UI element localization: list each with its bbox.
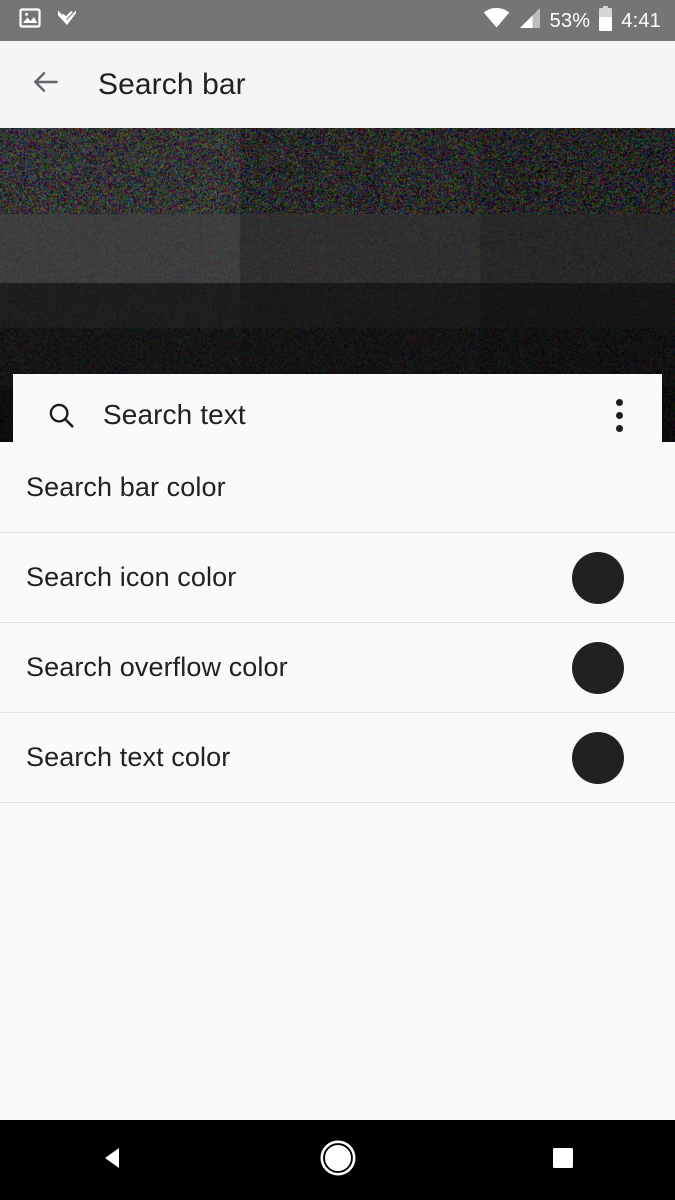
status-bar-notification-icons bbox=[18, 6, 79, 35]
image-icon bbox=[18, 6, 42, 35]
setting-label: Search bar color bbox=[26, 472, 226, 503]
setting-row-search-bar-color[interactable]: Search bar color bbox=[0, 442, 675, 532]
wifi-icon bbox=[483, 7, 510, 34]
search-placeholder-text: Search text bbox=[103, 399, 610, 431]
page-title: Search bar bbox=[98, 68, 246, 102]
color-swatch[interactable] bbox=[572, 642, 624, 694]
search-bar-widget-preview[interactable]: Search text bbox=[13, 374, 662, 442]
status-bar-clock: 4:41 bbox=[621, 11, 661, 31]
setting-label: Search icon color bbox=[26, 562, 236, 593]
status-bar-system-icons: 53% 4:41 bbox=[483, 6, 661, 36]
overflow-menu-icon[interactable] bbox=[610, 399, 628, 432]
color-swatch[interactable] bbox=[572, 552, 624, 604]
search-bar-preview: Search text bbox=[0, 128, 675, 442]
search-icon bbox=[46, 400, 76, 430]
nav-home-button[interactable] bbox=[293, 1120, 383, 1200]
setting-row-search-overflow-color[interactable]: Search overflow color bbox=[0, 622, 675, 712]
app-bar: Search bar bbox=[0, 41, 675, 128]
setting-label: Search text color bbox=[26, 742, 230, 773]
navigation-bar bbox=[0, 1120, 675, 1200]
tasks-check-icon bbox=[55, 6, 79, 35]
nav-recents-icon bbox=[548, 1143, 578, 1178]
settings-list: Search bar color Search icon color Searc… bbox=[0, 442, 675, 803]
nav-back-button[interactable] bbox=[68, 1120, 158, 1200]
status-bar: 53% 4:41 bbox=[0, 0, 675, 41]
nav-home-icon bbox=[319, 1139, 357, 1182]
arrow-back-icon bbox=[30, 66, 62, 103]
battery-icon bbox=[598, 6, 613, 36]
phone-screen: 53% 4:41 Search bar Search text Search b… bbox=[0, 0, 675, 1200]
back-button[interactable] bbox=[20, 59, 72, 111]
setting-row-search-icon-color[interactable]: Search icon color bbox=[0, 532, 675, 622]
nav-recents-button[interactable] bbox=[518, 1120, 608, 1200]
color-swatch[interactable] bbox=[572, 732, 624, 784]
nav-back-icon bbox=[96, 1141, 130, 1180]
battery-percent-label: 53% bbox=[550, 11, 591, 31]
setting-row-search-text-color[interactable]: Search text color bbox=[0, 712, 675, 802]
setting-label: Search overflow color bbox=[26, 652, 288, 683]
cell-signal-icon bbox=[518, 7, 542, 34]
